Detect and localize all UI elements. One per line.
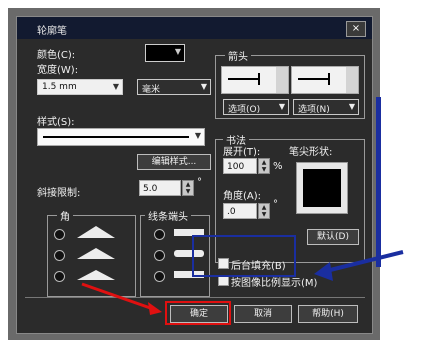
red-arrowhead-icon (148, 302, 162, 315)
red-arrow-icon (81, 282, 157, 312)
annotation-arrows (81, 250, 404, 315)
blue-arrow-icon (321, 250, 404, 274)
blue-arrowhead-icon (314, 262, 333, 281)
